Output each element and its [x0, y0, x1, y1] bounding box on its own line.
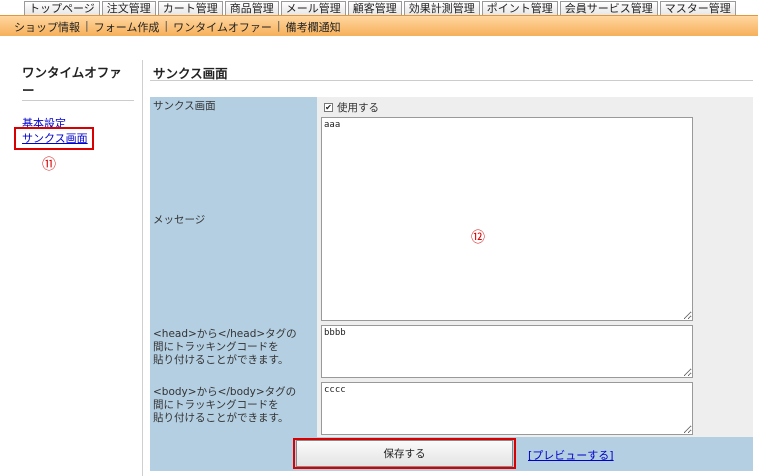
sidebar-divider	[22, 100, 134, 101]
thanks-form: サンクス画面 メッセージ <head>から</head>タグの 間にトラッキング…	[150, 97, 753, 471]
top-tabs: トップページ 注文管理 カート管理 商品管理 メール管理 顧客管理 効果計測管理…	[24, 1, 738, 15]
highlight-box-save	[293, 438, 516, 469]
annotation-marker-12: ⑫	[471, 230, 485, 246]
tab-mail-management[interactable]: メール管理	[280, 1, 346, 15]
subnav-remarks-notice[interactable]: 備考欄通知	[286, 19, 341, 35]
use-checkbox-row: ✔ 使用する	[324, 100, 379, 115]
tab-effect-measurement[interactable]: 効果計測管理	[403, 1, 480, 15]
label-head-tracking: <head>から</head>タグの 間にトラッキングコードを 貼り付けることが…	[153, 328, 297, 366]
sidebar-vertical-divider	[142, 60, 143, 476]
tab-master-management[interactable]: マスター管理	[659, 1, 736, 15]
message-textarea[interactable]: aaa	[321, 117, 693, 321]
subnav-onetime-offer[interactable]: ワンタイムオファー	[173, 19, 272, 35]
subnav-separator: |	[164, 19, 169, 32]
sub-navigation: ショップ情報 | フォーム作成 | ワンタイムオファー | 備考欄通知	[0, 15, 758, 36]
tab-order-management[interactable]: 注文管理	[101, 1, 156, 15]
subnav-separator: |	[85, 19, 89, 32]
subnav-shop-info[interactable]: ショップ情報	[14, 19, 80, 35]
title-divider	[150, 80, 753, 81]
subnav-form-creation[interactable]: フォーム作成	[94, 19, 160, 35]
tab-customer-management[interactable]: 顧客管理	[347, 1, 402, 15]
subnav-separator: |	[276, 19, 281, 32]
use-checkbox-label[interactable]: 使用する	[337, 100, 379, 115]
body-tracking-textarea[interactable]: cccc	[321, 382, 693, 435]
use-checkbox[interactable]: ✔	[324, 103, 333, 112]
label-column: サンクス画面 メッセージ <head>から</head>タグの 間にトラッキング…	[150, 97, 317, 437]
sidebar: ワンタイムオファー 基本設定 サンクス画面 ⑪	[0, 36, 142, 476]
preview-link[interactable]: [プレビューする]	[528, 447, 614, 463]
tab-top-page[interactable]: トップページ	[24, 1, 100, 15]
label-body-tracking: <body>から</body>タグの 間にトラッキングコードを 貼り付けることが…	[153, 386, 297, 424]
highlight-box-sidebar	[14, 127, 94, 150]
tab-member-service[interactable]: 会員サービス管理	[559, 1, 658, 15]
label-message: メッセージ	[153, 214, 206, 226]
sidebar-title: ワンタイムオファー	[22, 65, 122, 98]
top-navigation: トップページ 注文管理 カート管理 商品管理 メール管理 顧客管理 効果計測管理…	[0, 0, 758, 15]
tab-cart-management[interactable]: カート管理	[157, 1, 223, 15]
tab-point-management[interactable]: ポイント管理	[481, 1, 558, 15]
tab-product-management[interactable]: 商品管理	[224, 1, 279, 15]
label-thanks-screen: サンクス画面	[153, 100, 216, 112]
annotation-marker-11: ⑪	[42, 157, 56, 173]
button-row: 保存する [プレビューする]	[150, 437, 753, 471]
head-tracking-textarea[interactable]: bbbb	[321, 325, 693, 378]
